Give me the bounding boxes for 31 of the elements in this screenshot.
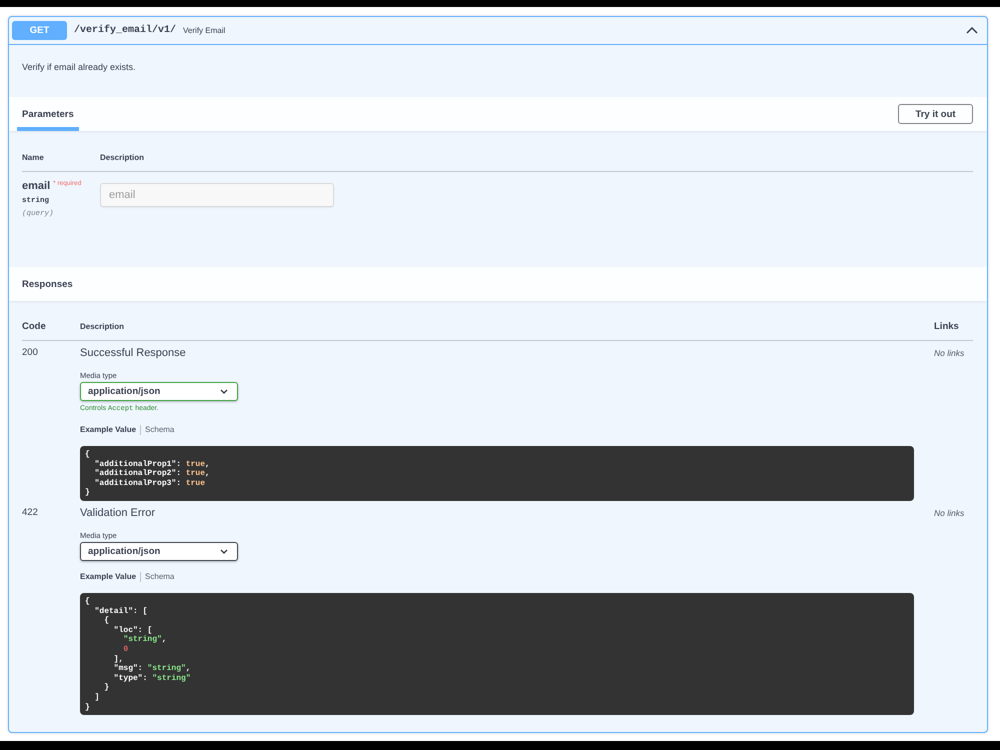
section-title: Responses [22, 278, 73, 290]
parameter-input[interactable]: email [100, 183, 334, 207]
response-description: Successful Response [80, 347, 186, 360]
chevron-down-icon [220, 389, 228, 394]
column-header: Description [80, 321, 124, 333]
code-block: { "additionalProp1": true, "additionalProp2": true, "additionalProp3": true } [80, 446, 914, 501]
status-code: 422 [22, 506, 38, 519]
example-tab[interactable]: Schema [145, 572, 174, 582]
column-header: Description [100, 153, 144, 164]
section-tab[interactable]: Parameters [17, 97, 79, 131]
example-tab[interactable]: Example Value [80, 572, 136, 582]
chevron-down-icon [220, 548, 228, 554]
response-description: Validation Error [80, 506, 155, 520]
try-it-out-button[interactable]: Try it out [898, 104, 973, 124]
code-block: { "detail": [ { "loc": [ "string", 0 ], "msg": "string", "type": "string" } ] } [80, 592, 914, 716]
example-tab[interactable]: Schema [145, 425, 174, 435]
operation-description: Verify if email already exists. [22, 62, 137, 73]
parameter-name: email [22, 180, 50, 193]
media-type-select[interactable]: application/json [80, 542, 238, 561]
status-code: 200 [22, 347, 38, 359]
media-type-select[interactable]: application/json [80, 382, 238, 401]
links-text: No links [934, 347, 964, 359]
column-header: Code [22, 321, 46, 333]
column-header: Name [22, 153, 45, 164]
chevron-up-icon[interactable] [966, 27, 978, 34]
example-tab[interactable]: Example Value [80, 425, 136, 435]
column-header: Links [934, 321, 959, 333]
endpoint-summary: Verify Email [183, 26, 226, 35]
endpoint-path: /verify_email/v1/ [74, 25, 176, 36]
links-text: No links [934, 506, 964, 519]
method-badge: GET [12, 21, 67, 40]
